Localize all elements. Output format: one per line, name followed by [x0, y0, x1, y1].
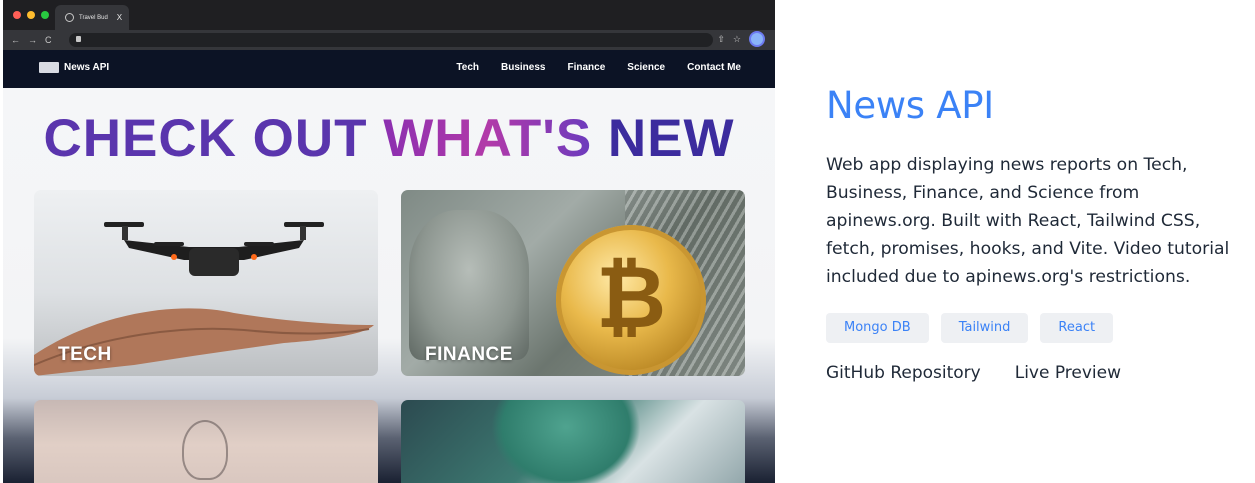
reload-icon: C [45, 35, 52, 45]
newspaper-icon [39, 62, 59, 73]
project-links: GitHub Repository Live Preview [826, 363, 1246, 383]
close-dot [13, 11, 21, 19]
forward-arrow-icon: → [28, 35, 37, 45]
maximize-dot [41, 11, 49, 19]
address-bar [69, 33, 713, 47]
lightbulb-icon [182, 420, 228, 480]
nav-link-contact: Contact Me [687, 62, 741, 73]
share-icon: ⇧ [717, 33, 725, 44]
site-logo: News API [39, 62, 109, 73]
profile-avatar-icon [749, 31, 765, 47]
star-icon: ☆ [732, 33, 741, 44]
site-nav-links: Tech Business Finance Science Contact Me [456, 62, 741, 73]
tech-tags: Mongo DB Tailwind React [826, 313, 1246, 343]
browser-screenshot: Travel Bud X ← → C ⇧ ☆ News API Tech Bus… [3, 0, 775, 483]
site-logo-text: News API [64, 62, 110, 73]
drone-image [104, 222, 324, 276]
browser-tab: Travel Bud X [55, 5, 129, 30]
site-navbar: News API Tech Business Finance Science C… [3, 50, 775, 88]
nav-link-business: Business [501, 62, 546, 73]
tag-tailwind[interactable]: Tailwind [940, 313, 1029, 343]
project-description: Web app displaying news reports on Tech,… [826, 155, 1230, 287]
tag-mongodb[interactable]: Mongo DB [826, 313, 929, 343]
favicon-icon [65, 13, 74, 22]
toolbar-actions: ⇧ ☆ [717, 31, 765, 47]
lock-icon [76, 36, 81, 42]
category-card-business [34, 400, 378, 483]
nav-link-tech: Tech [456, 62, 480, 73]
back-arrow-icon: ← [11, 35, 20, 45]
nav-link-finance: Finance [567, 62, 606, 73]
tab-close-icon: X [116, 13, 123, 22]
browser-tab-bar: Travel Bud X [3, 0, 775, 30]
tab-title: Travel Bud [79, 14, 108, 21]
browser-toolbar: ← → C ⇧ ☆ [3, 30, 775, 50]
banknote-portrait-image [409, 210, 529, 360]
window-controls [13, 11, 49, 19]
tag-react[interactable]: React [1040, 313, 1114, 343]
hero-part-1: CHECK OUT [43, 109, 384, 168]
portfolio-project-section: Travel Bud X ← → C ⇧ ☆ News API Tech Bus… [0, 0, 1255, 483]
hero-heading: CHECK OUT WHAT'S NEW [3, 108, 775, 169]
category-card-tech: TECH [34, 190, 378, 376]
site-body: CHECK OUT WHAT'S NEW TECH ₿ FINANCE [3, 88, 775, 483]
project-details: News API Web app displaying news reports… [826, 84, 1246, 383]
bitcoin-icon: ₿ [556, 225, 706, 375]
hero-part-3: NEW [592, 109, 735, 168]
live-preview-link[interactable]: Live Preview [1015, 363, 1121, 383]
card-label-tech: TECH [58, 344, 112, 365]
hero-part-2: WHAT'S [383, 109, 593, 168]
nav-link-science: Science [627, 62, 666, 73]
minimize-dot [27, 11, 35, 19]
category-card-finance: ₿ FINANCE [401, 190, 745, 376]
lab-glove-image [491, 400, 641, 483]
category-card-science [401, 400, 745, 483]
project-title: News API [826, 84, 994, 127]
card-label-finance: FINANCE [425, 344, 513, 365]
github-repository-link[interactable]: GitHub Repository [826, 363, 981, 383]
